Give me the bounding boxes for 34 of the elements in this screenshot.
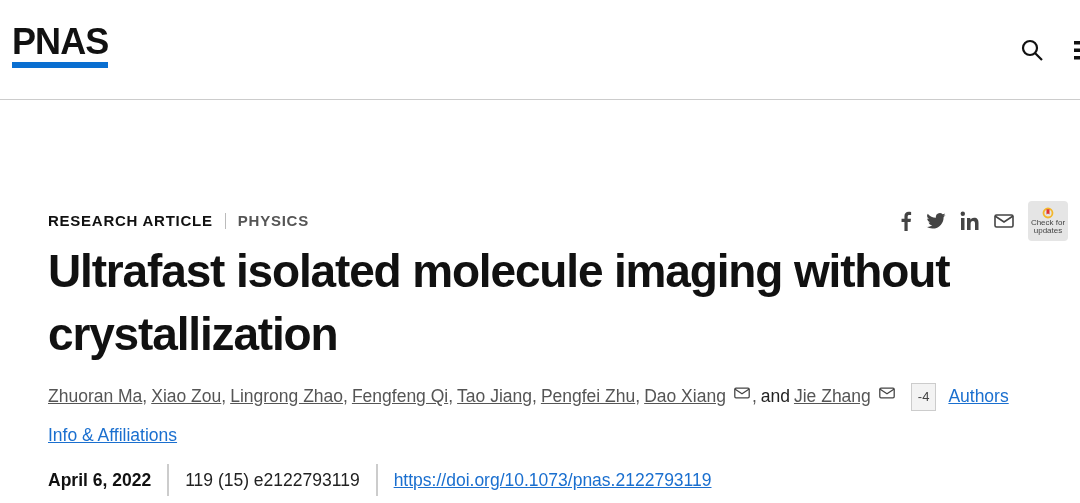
and-text: and [760,385,790,408]
facebook-icon[interactable] [900,211,912,231]
email-icon[interactable] [733,386,750,399]
doi-link[interactable]: https://doi.org/10.1073/pnas.2122793119 [393,464,712,496]
comma: , [751,385,757,408]
author-link[interactable]: Fengfeng Qi [351,377,449,416]
logo[interactable]: PNAS [12,23,109,68]
comma: , [221,385,227,408]
article-title: Ultrafast isolated molecule imaging without crystallization [48,244,951,362]
article-type: RESEARCH ARTICLE [48,210,213,231]
subject-link[interactable]: PHYSICS [237,209,309,233]
author-link[interactable]: Dao Xiang [644,377,726,416]
check-updates-badge[interactable]: Check for updates [1028,201,1068,241]
author-link[interactable]: Jie Zhang [793,377,871,416]
twitter-icon[interactable] [926,213,946,229]
email-icon[interactable] [994,213,1014,229]
search-icon[interactable] [1020,37,1044,62]
comma: , [448,385,454,408]
email-icon[interactable] [878,386,895,399]
author-link[interactable]: Xiao Zou [151,377,222,416]
publication-date: April 6, 2022 [48,469,152,492]
comma: , [343,385,348,408]
comma: , [532,385,537,408]
comma: , [142,385,148,408]
author-link[interactable]: Zhuoran Ma [48,377,143,416]
comma: , [635,385,641,408]
author-link[interactable]: Pengfei Zhu [540,377,636,416]
citation: 119 (15) e2122793119 [185,469,360,492]
collapse-button[interactable]: -4 [910,382,937,411]
author-link[interactable]: Tao Jiang [457,377,532,416]
author-link[interactable]: Lingrong Zhao [230,377,344,416]
affiliations-link[interactable]: Info & Affiliations [48,416,1068,455]
linkedin-icon[interactable] [960,211,980,231]
authors-link[interactable]: Authors [948,377,1009,416]
